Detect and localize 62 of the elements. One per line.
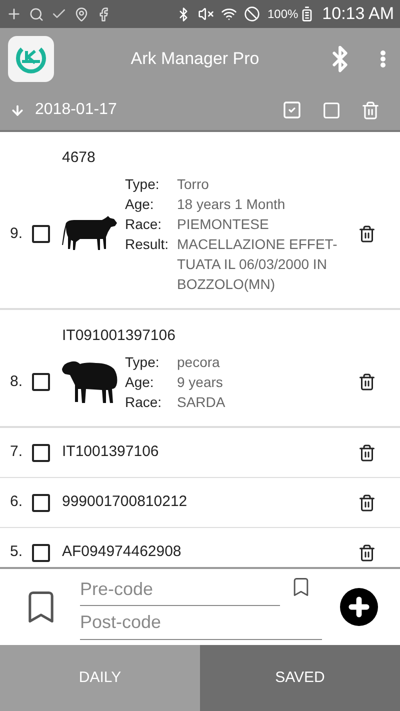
row-number: 9.	[10, 224, 24, 244]
row-number: 6.	[10, 492, 24, 512]
deselect-all-button[interactable]	[322, 100, 341, 120]
checkbox[interactable]	[32, 544, 50, 562]
add-button[interactable]	[340, 588, 378, 626]
detail-label: Race:	[125, 393, 163, 412]
detail-label: Race:	[125, 215, 163, 234]
animal-code: 4678	[62, 149, 96, 166]
add-icon	[6, 6, 22, 22]
empty-box-icon	[322, 100, 341, 120]
block-icon	[244, 6, 260, 22]
checkbox[interactable]	[32, 494, 50, 512]
checked-box-icon	[282, 100, 302, 120]
detail-value: PIEMONTESE	[177, 215, 270, 234]
wifi-icon	[221, 6, 238, 22]
search-icon	[29, 6, 44, 22]
detail-value: SARDA	[177, 393, 226, 412]
mute-icon	[198, 6, 214, 22]
detail-label: Age:	[125, 373, 155, 392]
detail-label: Result:	[125, 235, 170, 254]
detail-value: Torro	[177, 175, 210, 194]
detail-label: Type:	[125, 353, 160, 372]
clock: 10:13 AM	[322, 3, 394, 26]
detail-value: MACELLAZIONE EFFET-TUATA IL 06/03/2000 IN BOZZOLO(MN)	[177, 235, 338, 294]
tab[interactable]: DAILY	[0, 645, 200, 711]
battery-percent: 100%	[267, 6, 298, 23]
arrow-down-icon	[10, 102, 25, 118]
animal-code: AF094974462908	[62, 542, 182, 562]
animal-code: 999001700810212	[62, 492, 188, 512]
row-number: 8.	[10, 372, 24, 392]
select-all-button[interactable]	[282, 100, 302, 120]
trash-icon	[358, 494, 376, 512]
trash-icon	[358, 444, 376, 462]
delete-all-button[interactable]	[361, 100, 380, 120]
date-label: 2018-01-17	[35, 100, 118, 120]
map-pin-icon	[74, 6, 89, 22]
trash-icon	[361, 100, 380, 120]
more-icon	[380, 50, 386, 68]
trash-icon	[358, 544, 376, 562]
sheep-icon	[62, 359, 118, 405]
app-logo	[8, 36, 54, 82]
checkbox[interactable]	[32, 225, 50, 243]
row-number: 7.	[10, 442, 24, 462]
detail-value: 9 years	[177, 373, 224, 392]
detail-label: Type:	[125, 175, 160, 194]
row-number: 5.	[10, 542, 24, 562]
detail-value: 18 years 1 Month	[177, 195, 286, 214]
animal-code: IT1001397106	[62, 442, 160, 462]
cow-icon	[62, 215, 118, 253]
checkbox[interactable]	[32, 444, 50, 462]
checkbox[interactable]	[32, 373, 50, 391]
animal-code: IT091001397106	[62, 327, 176, 344]
post-code-field[interactable]: Post-code	[80, 606, 322, 640]
detail-value: pecora	[177, 353, 221, 372]
app-title: Ark Manager Pro	[130, 48, 260, 70]
trash-icon	[358, 225, 376, 243]
plus-icon	[346, 594, 372, 620]
menu-button[interactable]	[380, 50, 386, 68]
tab[interactable]: SAVED	[200, 645, 400, 711]
detail-label: Age:	[125, 195, 155, 214]
pre-code-field[interactable]: Pre-code	[80, 574, 280, 606]
trash-icon	[358, 373, 376, 391]
